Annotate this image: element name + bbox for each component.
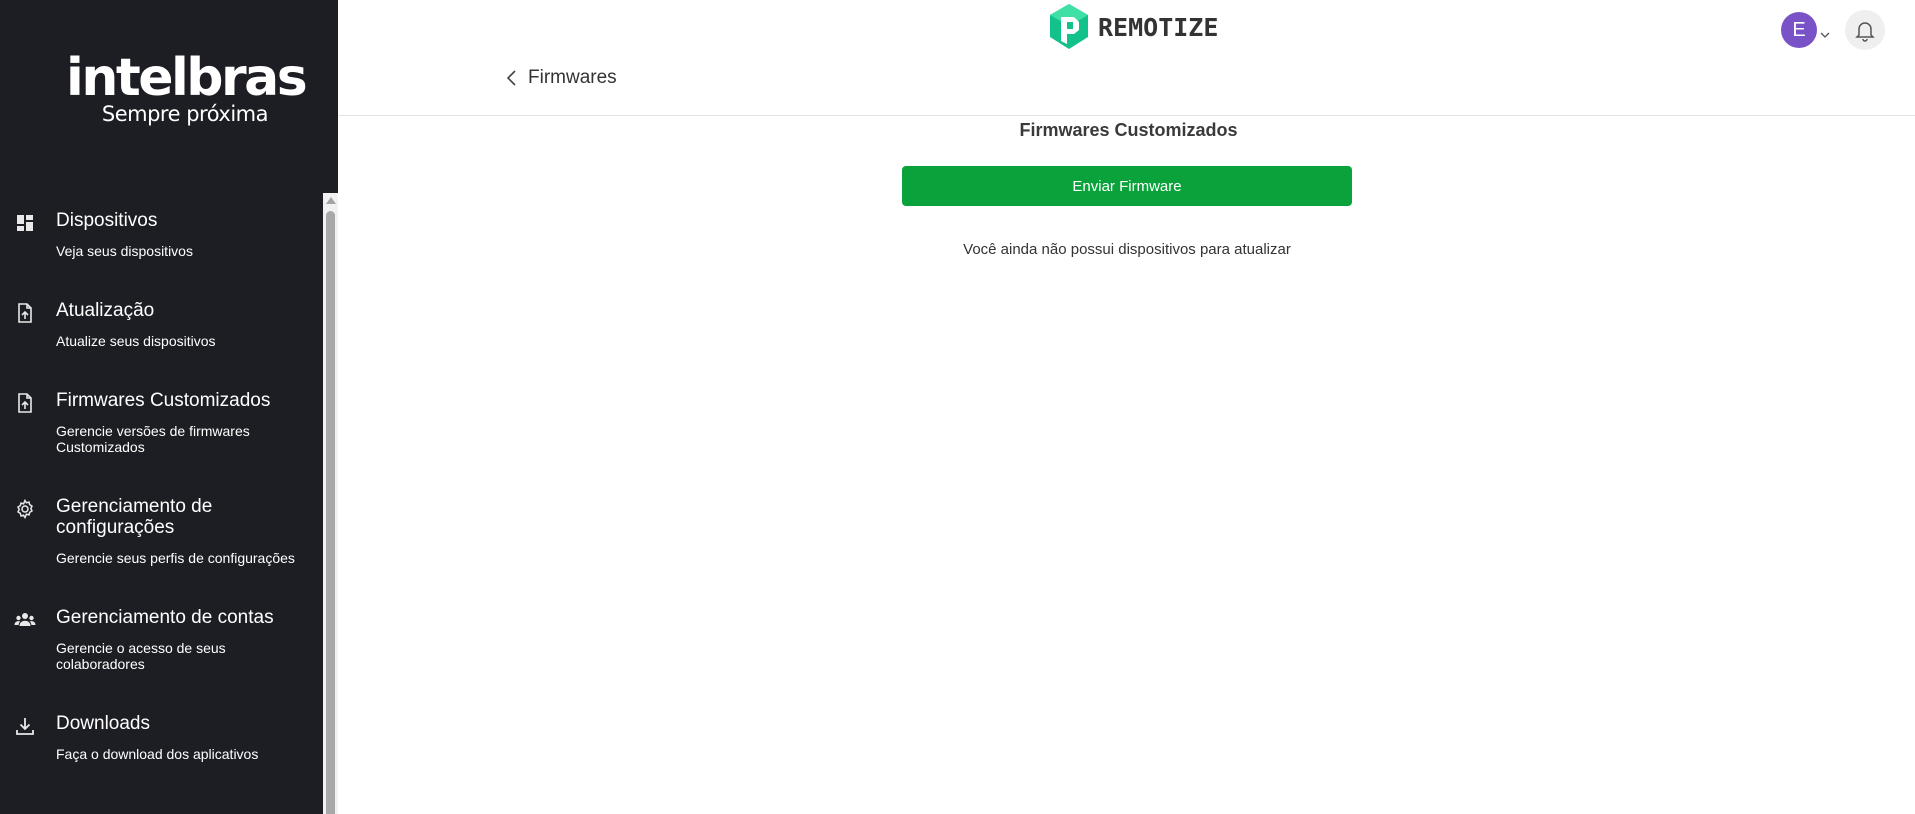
logo-wordmark: intelbras xyxy=(66,48,308,108)
sidebar-scrollbar[interactable] xyxy=(323,193,338,814)
scroll-up-arrow-icon[interactable] xyxy=(326,197,336,204)
sidebar-item-title: Firmwares Customizados xyxy=(56,390,271,411)
remotize-logo-icon xyxy=(1050,4,1088,49)
back-to-firmwares[interactable]: Firmwares xyxy=(506,67,617,89)
back-label: Firmwares xyxy=(528,67,617,88)
gear-icon xyxy=(14,498,36,520)
sidebar-item-gerenciamento-configuracoes[interactable]: Gerenciamento de configurações Gerencie … xyxy=(0,496,320,566)
sidebar-item-title: Gerenciamento de configurações xyxy=(56,496,213,538)
top-header: REMOTIZE Firmwares E xyxy=(338,0,1915,116)
download-icon xyxy=(14,715,36,737)
sidebar-item-desc: Atualize seus dispositivos xyxy=(56,333,216,349)
empty-state-message: Você ainda não possui dispositivos para … xyxy=(963,241,1291,258)
sidebar-item-title: Gerenciamento de contas xyxy=(56,607,274,628)
sidebar-item-gerenciamento-contas[interactable]: Gerenciamento de contas Gerencie o acess… xyxy=(0,607,320,672)
sidebar: intelbras Sempre próxima Dispositivos Ve… xyxy=(0,0,338,814)
sidebar-item-title: Dispositivos xyxy=(56,210,158,231)
sidebar-item-desc: Gerencie seus perfis de configurações xyxy=(56,550,295,566)
sidebar-item-downloads[interactable]: Downloads Faça o download dos aplicativo… xyxy=(0,713,320,762)
notifications-button[interactable] xyxy=(1845,10,1885,50)
bell-icon xyxy=(1855,22,1875,42)
remotize-logo[interactable]: REMOTIZE xyxy=(1048,3,1218,51)
page-title-text: Firmwares Customizados xyxy=(1019,120,1238,140)
sidebar-item-atualizacao[interactable]: Atualização Atualize seus dispositivos xyxy=(0,300,320,349)
chevron-left-icon xyxy=(506,70,516,86)
main-content: Firmwares Customizados Enviar Firmware V… xyxy=(338,117,1915,814)
sidebar-item-desc: Gerencie versões de firmwares Customizad… xyxy=(56,423,250,455)
avatar[interactable]: E xyxy=(1781,12,1817,48)
sidebar-item-dispositivos[interactable]: Dispositivos Veja seus dispositivos xyxy=(0,210,320,259)
chevron-down-icon xyxy=(1820,31,1830,39)
dashboard-icon xyxy=(14,212,36,234)
sidebar-nav: Dispositivos Veja seus dispositivos Atua… xyxy=(0,210,320,762)
sidebar-item-title: Atualização xyxy=(56,300,155,321)
file-upload-icon xyxy=(14,392,36,414)
user-menu[interactable]: E xyxy=(1781,12,1830,48)
sidebar-item-desc: Veja seus dispositivos xyxy=(56,243,193,259)
sidebar-item-desc: Gerencie o acesso de seus colaboradores xyxy=(56,640,226,672)
file-upload-icon xyxy=(14,302,36,324)
sidebar-item-title: Downloads xyxy=(56,713,150,734)
scrollbar-thumb[interactable] xyxy=(326,211,335,814)
brand-name: REMOTIZE xyxy=(1098,12,1219,42)
users-icon xyxy=(14,609,36,631)
sidebar-item-desc: Faça o download dos aplicativos xyxy=(56,746,259,762)
intelbras-logo[interactable]: intelbras Sempre próxima xyxy=(66,48,308,126)
send-firmware-button[interactable]: Enviar Firmware xyxy=(902,166,1352,206)
sidebar-item-firmwares-customizados[interactable]: Firmwares Customizados Gerencie versões … xyxy=(0,390,320,455)
page-title: Firmwares Customizados xyxy=(339,120,1915,141)
